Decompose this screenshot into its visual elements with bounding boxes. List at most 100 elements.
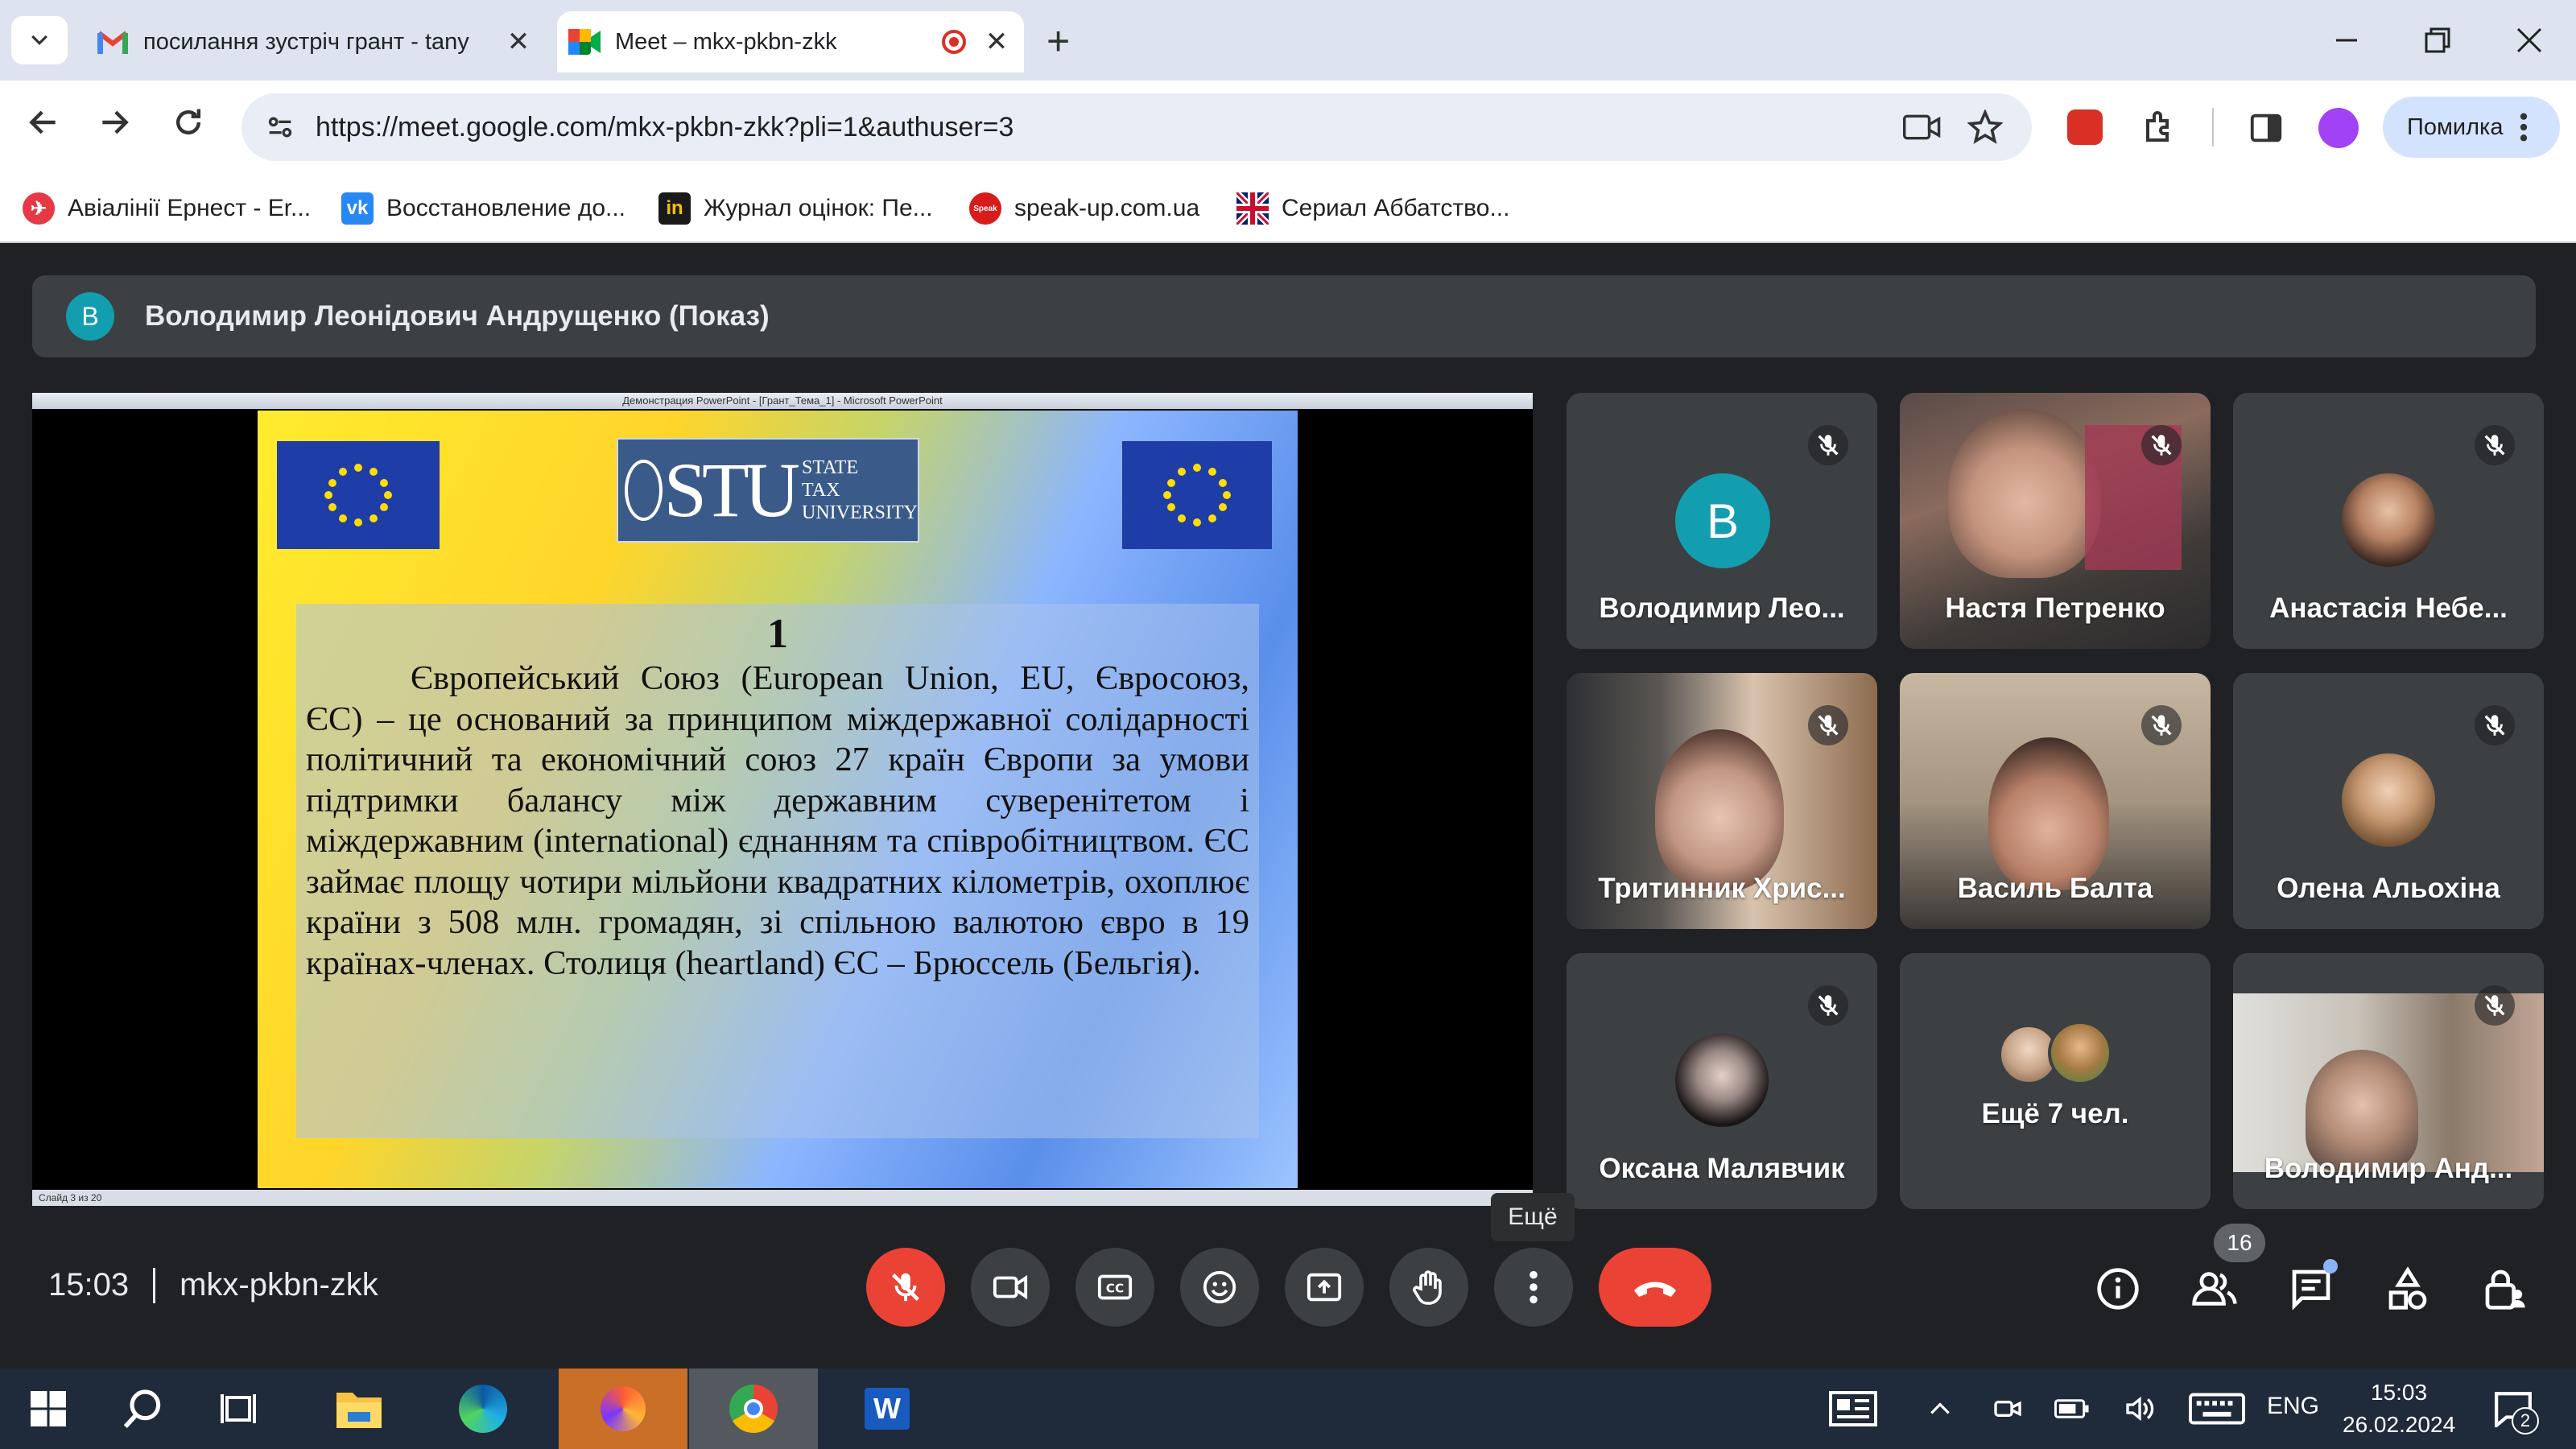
battery-icon[interactable] (2050, 1377, 2095, 1441)
arrow-left-icon (29, 110, 56, 134)
minimize-button[interactable] (2331, 24, 2363, 56)
back-button[interactable] (26, 105, 61, 151)
chevron-down-icon (31, 35, 47, 45)
presenter-bar: B Володимир Леонідович Андрущенко (Показ… (32, 275, 2536, 357)
input-language[interactable]: ENG (2267, 1393, 2319, 1420)
side-panel-icon[interactable] (2248, 109, 2285, 147)
browser-toolbar: https://meet.google.com/mkx-pkbn-zkk?pli… (0, 80, 2576, 174)
taskbar-search-button[interactable] (111, 1377, 175, 1441)
more-participants-tile[interactable]: Ещё 7 чел. (1900, 953, 2211, 1209)
participant-tile[interactable]: Настя Петренко (1900, 393, 2211, 649)
bookmark-label: Журнал оцінок: Пе... (704, 195, 933, 221)
bookmark-star-icon[interactable] (1967, 109, 2003, 145)
extensions-puzzle-icon[interactable] (2141, 108, 2180, 147)
bookmark-item[interactable]: vk Восстановление до... (341, 187, 625, 230)
start-button[interactable] (16, 1377, 80, 1441)
chat-button[interactable] (2283, 1259, 2339, 1317)
participant-tile[interactable]: B Володимир Лео... (1567, 393, 1877, 649)
forward-button[interactable] (97, 105, 132, 151)
more-vert-icon (2520, 113, 2528, 142)
volume-icon[interactable] (2117, 1377, 2162, 1441)
meet-now-icon[interactable] (1985, 1377, 2030, 1441)
edge-icon (459, 1385, 507, 1433)
tab-gmail[interactable]: посилання зустріч грант - tany ✕ (85, 11, 546, 72)
closed-captions-icon: CC (1097, 1274, 1133, 1300)
show-hidden-icons-button[interactable] (1918, 1377, 1963, 1441)
bookmark-label: Авіалінії Ернест - Er... (68, 195, 312, 221)
site-settings-icon[interactable] (264, 111, 296, 143)
present-screen-button[interactable] (1285, 1248, 1364, 1327)
reload-button[interactable] (171, 105, 206, 151)
restore-button[interactable] (2421, 24, 2454, 56)
bookmark-item[interactable]: Сериал Аббатство... (1236, 187, 1509, 230)
new-tab-button[interactable]: + (1046, 14, 1070, 68)
task-view-button[interactable] (206, 1377, 270, 1441)
mic-off-icon (1808, 425, 1848, 465)
mic-off-icon (2475, 985, 2515, 1026)
activities-button[interactable] (2380, 1261, 2436, 1317)
participant-tile[interactable]: Анастасія Небе... (2233, 393, 2544, 649)
news-widget-icon[interactable] (1821, 1377, 1885, 1441)
browser-shield-icon (601, 1386, 646, 1431)
file-explorer-taskbar[interactable] (327, 1377, 391, 1441)
browser-chrome: посилання зустріч грант - tany ✕ Meet – … (0, 0, 2576, 243)
participant-tile[interactable]: Василь Балта (1900, 673, 2211, 929)
profile-avatar[interactable] (2318, 108, 2359, 148)
hang-up-icon (1634, 1282, 1676, 1297)
tab-search-button[interactable] (11, 16, 68, 64)
host-controls-button[interactable] (2476, 1261, 2533, 1317)
participant-tile[interactable]: Оксана Малявчик (1567, 953, 1877, 1209)
participant-tile[interactable]: Тритинник Хрис... (1567, 673, 1877, 929)
captions-button[interactable]: CC (1075, 1248, 1154, 1327)
tooltip-text: Ещё (1508, 1203, 1558, 1230)
edge-taskbar[interactable] (451, 1377, 515, 1441)
logo-line: STATE (802, 457, 859, 478)
people-button[interactable] (2186, 1261, 2243, 1317)
participant-tile[interactable]: Володимир Анд... (2233, 953, 2544, 1209)
profile-error-label: Помилка (2407, 114, 2504, 140)
mic-toggle-button[interactable] (866, 1248, 945, 1327)
bookmark-item[interactable]: Speak speak-up.com.ua (969, 187, 1199, 230)
logo-line: UNIVERSITY (802, 502, 918, 523)
close-window-button[interactable] (2513, 24, 2545, 56)
taskbar-clock[interactable]: 15:03 26.02.2024 (2343, 1377, 2455, 1441)
profile-error-button[interactable]: Помилка (2383, 97, 2560, 158)
address-bar[interactable]: https://meet.google.com/mkx-pkbn-zkk?pli… (242, 93, 2032, 161)
participant-name: Настя Петренко (1945, 592, 2165, 624)
camera-in-use-icon[interactable] (1903, 111, 1942, 143)
minimize-icon (2336, 39, 2357, 42)
bookmark-item[interactable]: in Журнал оцінок: Пе... (658, 187, 933, 230)
eu-flag-left (277, 441, 440, 549)
bookmark-item[interactable]: ✈ Авіалінії Ернест - Er... (23, 187, 311, 230)
emoji-icon (1203, 1270, 1236, 1304)
windows-taskbar: W ENG 15:03 26.02.2024 2 (0, 1368, 2576, 1449)
camera-toggle-button[interactable] (971, 1248, 1050, 1327)
participant-name: Анастасія Небе... (2269, 592, 2508, 624)
chevron-up-icon (1930, 1402, 1950, 1414)
vpn-browser-taskbar[interactable] (559, 1368, 687, 1449)
meeting-details-button[interactable] (2090, 1261, 2146, 1317)
people-count-badge: 16 (2214, 1224, 2265, 1262)
word-taskbar[interactable]: W (855, 1377, 919, 1441)
participant-tile[interactable]: Олена Альохіна (2233, 673, 2544, 929)
uk-flag-icon (1236, 192, 1269, 225)
leave-call-button[interactable] (1599, 1248, 1711, 1327)
chrome-taskbar[interactable] (689, 1368, 818, 1449)
close-tab-icon[interactable]: ✕ (980, 26, 1013, 58)
chat-notification-dot (2323, 1259, 2338, 1274)
avatar (2048, 1021, 2112, 1085)
presenter-avatar: B (66, 292, 114, 341)
reactions-button[interactable] (1180, 1248, 1259, 1327)
more-options-button[interactable] (1494, 1248, 1573, 1327)
close-tab-icon[interactable]: ✕ (502, 26, 535, 58)
adblock-extension-icon[interactable] (2067, 109, 2103, 145)
notifications-button[interactable]: 2 (2481, 1377, 2545, 1441)
keyboard-icon[interactable] (2183, 1377, 2251, 1441)
logo-line: TAX (802, 480, 840, 501)
meeting-code: mkx-pkbn-zkk (180, 1267, 378, 1302)
slide-number: 1 (767, 611, 788, 657)
bookmark-label: speak-up.com.ua (1014, 195, 1200, 221)
ppt-window-title: Демонстрация PowerPoint - [Грант_Тема_1]… (622, 394, 943, 407)
raise-hand-button[interactable] (1389, 1248, 1468, 1327)
tab-meet[interactable]: Meet – mkx-pkbn-zkk ✕ (557, 11, 1024, 72)
